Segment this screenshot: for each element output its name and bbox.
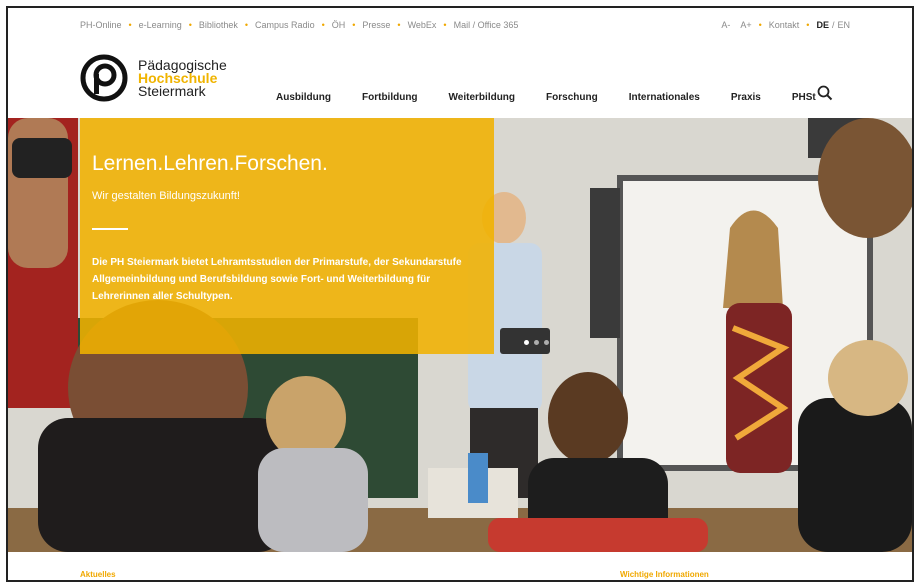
link-mail-office[interactable]: Mail / Office 365: [454, 20, 519, 30]
link-ph-online[interactable]: PH-Online: [80, 20, 122, 30]
utility-right: A- A+ • Kontakt • DE / EN: [721, 20, 850, 30]
utility-bar: PH-Online • e-Learning • Bibliothek • Ca…: [8, 8, 912, 46]
nav-internationales[interactable]: Internationales: [629, 92, 700, 103]
nav-fortbildung[interactable]: Fortbildung: [362, 92, 418, 103]
site-header: Pädagogische Hochschule Steiermark Ausbi…: [8, 46, 912, 118]
lang-de[interactable]: DE: [816, 20, 829, 30]
link-kontakt[interactable]: Kontakt: [769, 20, 800, 30]
slider-dots: [524, 340, 554, 345]
main-nav: Ausbildung Fortbildung Weiterbildung For…: [276, 92, 847, 103]
link-bibliothek[interactable]: Bibliothek: [199, 20, 238, 30]
link-oeh[interactable]: ÖH: [332, 20, 346, 30]
slider-dot-1[interactable]: [524, 340, 529, 345]
link-e-learning[interactable]: e-Learning: [139, 20, 182, 30]
logo-line-3: Steiermark: [138, 82, 206, 99]
link-webex[interactable]: WebEx: [408, 20, 437, 30]
link-presse[interactable]: Presse: [362, 20, 390, 30]
section-aktuelles[interactable]: Aktuelles: [80, 570, 116, 579]
hero-overlay: Lernen.Lehren.Forschen. Wir gestalten Bi…: [80, 118, 549, 354]
section-wichtige-informationen[interactable]: Wichtige Informationen: [620, 570, 709, 579]
hero-description: Die PH Steiermark bietet Lehramtsstudien…: [92, 257, 462, 302]
logo[interactable]: Pädagogische Hochschule Steiermark: [80, 54, 227, 102]
utility-links: PH-Online • e-Learning • Bibliothek • Ca…: [80, 20, 519, 30]
content-sections: Aktuelles Wichtige Informationen: [8, 552, 912, 580]
hero-divider: [92, 228, 128, 230]
slider-dot-3[interactable]: [544, 340, 549, 345]
hero-title: Lernen.Lehren.Forschen.: [92, 152, 328, 175]
logo-text: Pädagogische Hochschule Steiermark: [138, 58, 227, 99]
nav-weiterbildung[interactable]: Weiterbildung: [449, 92, 515, 103]
font-larger-button[interactable]: A+: [740, 20, 751, 30]
hero-slider[interactable]: Lernen.Lehren.Forschen. Wir gestalten Bi…: [8, 118, 912, 552]
slider-dot-2[interactable]: [534, 340, 539, 345]
nav-phst[interactable]: PHSt: [792, 92, 816, 103]
font-smaller-button[interactable]: A-: [721, 20, 730, 30]
browser-frame: PH-Online • e-Learning • Bibliothek • Ca…: [6, 6, 914, 582]
nav-praxis[interactable]: Praxis: [731, 92, 761, 103]
hero-subtitle: Wir gestalten Bildungszukunft!: [92, 190, 240, 202]
search-icon[interactable]: [816, 84, 834, 102]
logo-icon: [80, 54, 128, 102]
link-campus-radio[interactable]: Campus Radio: [255, 20, 315, 30]
nav-forschung[interactable]: Forschung: [546, 92, 598, 103]
nav-ausbildung[interactable]: Ausbildung: [276, 92, 331, 103]
lang-en[interactable]: EN: [837, 20, 850, 30]
